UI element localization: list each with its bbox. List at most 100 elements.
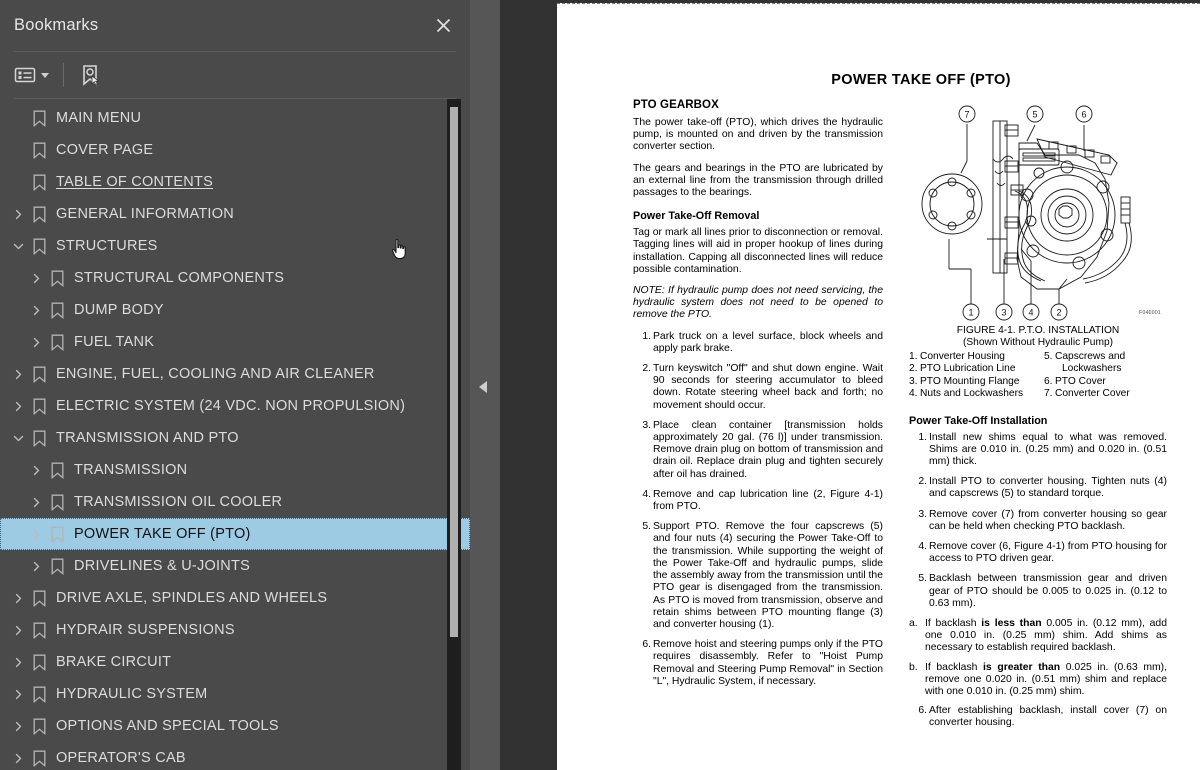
chevron-right-icon[interactable] — [26, 465, 46, 476]
removal-step-item: 5. Support PTO. Remove the four capscrews… — [633, 521, 883, 631]
bookmark-icon — [28, 718, 50, 735]
bookmark-item[interactable]: ENGINE, FUEL, COOLING AND AIR CLEANER — [0, 358, 470, 390]
panel-splitter[interactable] — [470, 0, 500, 770]
legend-label: Converter Housing — [920, 351, 1005, 362]
bookmark-item[interactable]: FUEL TANK — [0, 326, 470, 358]
installation-step-item: 5. Backlash between transmission gear and… — [909, 573, 1167, 610]
chevron-right-icon[interactable] — [8, 401, 28, 412]
bookmark-item[interactable]: MAIN MENU — [0, 102, 470, 134]
pdf-page: POWER TAKE OFF (PTO) PTO GEARBOX The pow… — [557, 3, 1200, 770]
bookmarks-panel-title: Bookmarks — [14, 16, 99, 34]
svg-text:6: 6 — [1081, 110, 1086, 120]
chevron-right-icon[interactable] — [8, 721, 28, 732]
bookmark-item-label: MAIN MENU — [56, 110, 142, 126]
bookmark-item[interactable]: DRIVE AXLE, SPINDLES AND WHEELS — [0, 582, 470, 614]
bookmarks-scrollbar-thumb[interactable] — [450, 107, 458, 637]
step-number: 1. — [918, 431, 927, 443]
bookmark-item[interactable]: COVER PAGE — [0, 134, 470, 166]
figure-legend-row: 6. PTO Cover — [1044, 376, 1167, 388]
bookmark-item[interactable]: HYDRAULIC SYSTEM — [0, 678, 470, 710]
bookmark-item-label: HYDRAULIC SYSTEM — [56, 686, 208, 702]
right-column: 7 5 6 1 3 4 2 F040001 FIGURE 4-1. P.T.O.… — [909, 99, 1167, 738]
bookmarks-panel: Bookmarks MAIN MENU COVER PAGE TABLE OF … — [0, 0, 470, 770]
installation-steps-list: 1. Install new shims equal to what was re… — [909, 432, 1167, 730]
figure-legend: 1. Converter Housing 2. PTO Lubrication Lin… — [909, 351, 1167, 401]
chevron-right-icon[interactable] — [8, 657, 28, 668]
bookmark-item-label: TRANSMISSION AND PTO — [56, 430, 239, 446]
chevron-right-icon[interactable] — [8, 753, 28, 764]
triangle-left-icon[interactable] — [479, 381, 487, 393]
bookmark-icon — [28, 430, 50, 447]
legend-label: PTO Lubrication Line — [920, 363, 1016, 375]
bookmark-item[interactable]: DRIVELINES & U-JOINTS — [0, 550, 470, 582]
bookmark-icon — [28, 622, 50, 639]
substep-item: b. If backlash is greater than 0.025 in. … — [909, 662, 1167, 699]
legend-number: 7. — [1044, 388, 1053, 400]
bookmark-item-label: TRANSMISSION OIL COOLER — [74, 494, 283, 510]
removal-step-item: 1. Park truck on a level surface, block w… — [633, 331, 883, 355]
bookmark-icon — [28, 174, 50, 191]
removal-steps-list: 1. Park truck on a level surface, block w… — [633, 331, 883, 688]
step-number: 4. — [642, 488, 651, 500]
chevron-right-icon[interactable] — [26, 273, 46, 284]
bookmark-item-label: DUMP BODY — [74, 302, 164, 318]
chevron-right-icon[interactable] — [26, 497, 46, 508]
removal-step-item: 3. Place clean container [transmission ho… — [633, 420, 883, 481]
figure-caption-line2: (Shown Without Hydraulic Pump) — [962, 337, 1114, 348]
legend-number: 3. — [909, 375, 918, 387]
step-text: Remove and cap lubrication line (2, Figu… — [653, 488, 883, 513]
chevron-right-icon[interactable] — [26, 337, 46, 348]
bookmarks-scrollbar[interactable] — [447, 99, 461, 770]
bookmark-item[interactable]: ELECTRIC SYSTEM (24 VDC. NON PROPULSION) — [0, 390, 470, 422]
bookmark-item[interactable]: BRAKE CIRCUIT — [0, 646, 470, 678]
chevron-right-icon[interactable] — [8, 625, 28, 636]
bookmark-item[interactable]: TRANSMISSION — [0, 454, 470, 486]
removal-step-item: 6. Remove hoist and steering pumps only i… — [633, 639, 883, 688]
bookmark-item[interactable]: TRANSMISSION OIL COOLER — [0, 486, 470, 518]
chevron-down-icon[interactable] — [8, 241, 28, 252]
chevron-right-icon[interactable] — [8, 593, 28, 604]
bookmark-item[interactable]: POWER TAKE OFF (PTO) — [0, 518, 470, 550]
bookmark-icon — [28, 238, 50, 255]
bookmark-icon — [46, 494, 68, 511]
close-icon[interactable] — [432, 15, 454, 37]
chevron-right-icon[interactable] — [26, 305, 46, 316]
bookmark-item[interactable]: HYDRAIR SUSPENSIONS — [0, 614, 470, 646]
bookmark-item[interactable]: STRUCTURES — [0, 230, 470, 262]
chevron-right-icon[interactable] — [8, 369, 28, 380]
step-number: 6. — [918, 705, 927, 717]
bookmark-item[interactable]: GENERAL INFORMATION — [0, 198, 470, 230]
page-title: POWER TAKE OFF (PTO) — [831, 72, 1011, 88]
list-options-icon[interactable] — [14, 60, 49, 90]
step-text: Remove hoist and steering pumps only if … — [653, 639, 883, 687]
bookmark-icon — [28, 398, 50, 415]
step-text: Install PTO to converter housing. Tighte… — [929, 476, 1167, 500]
bookmark-item-label: ENGINE, FUEL, COOLING AND AIR CLEANER — [56, 366, 375, 382]
figure-legend-row: 5. Capscrews and — [1044, 351, 1167, 363]
svg-text:5: 5 — [1032, 110, 1037, 120]
bookmark-item[interactable]: STRUCTURAL COMPONENTS — [0, 262, 470, 294]
new-bookmark-icon[interactable] — [78, 60, 102, 90]
bookmark-item[interactable]: DUMP BODY — [0, 294, 470, 326]
bookmark-item[interactable]: OPERATOR'S CAB — [0, 742, 470, 770]
left-column: PTO GEARBOX The power take-off (PTO), wh… — [633, 99, 883, 696]
subheading-removal: Power Take-Off Removal — [633, 210, 760, 223]
chevron-right-icon[interactable] — [8, 689, 28, 700]
bookmark-item[interactable]: OPTIONS AND SPECIAL TOOLS — [0, 710, 470, 742]
bookmark-item-label: OPTIONS AND SPECIAL TOOLS — [56, 718, 279, 734]
bookmark-item[interactable]: TABLE OF CONTENTS — [0, 166, 470, 198]
chevron-down-icon[interactable] — [8, 433, 28, 444]
document-viewport[interactable]: POWER TAKE OFF (PTO) PTO GEARBOX The pow… — [500, 0, 1200, 770]
legend-number: 4. — [909, 388, 918, 400]
chevron-right-icon[interactable] — [8, 209, 28, 220]
bookmark-item[interactable]: TRANSMISSION AND PTO — [0, 422, 470, 454]
step-number: 5. — [918, 573, 927, 585]
bookmark-icon — [46, 270, 68, 287]
step-number: 1. — [642, 330, 651, 342]
bookmark-item-label: GENERAL INFORMATION — [56, 206, 234, 222]
bookmark-icon — [28, 750, 50, 767]
paragraph: Tag or mark all lines prior to disconnec… — [633, 227, 883, 275]
chevron-right-icon[interactable] — [26, 561, 46, 572]
step-number: 2. — [918, 476, 927, 488]
chevron-right-icon[interactable] — [26, 529, 46, 540]
